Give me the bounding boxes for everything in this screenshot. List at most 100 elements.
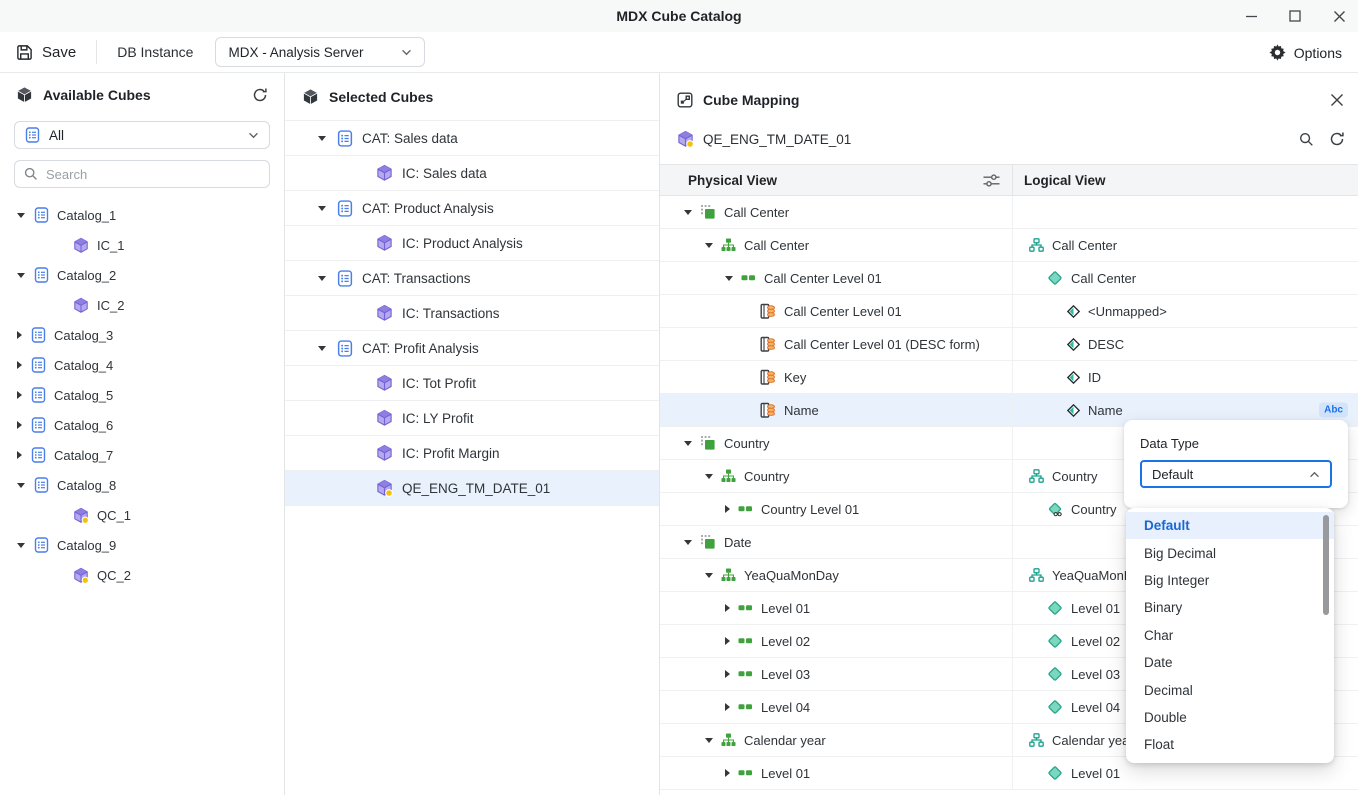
data-type-option[interactable]: Double <box>1126 704 1334 731</box>
caret-right-icon[interactable] <box>725 703 730 711</box>
close-icon[interactable] <box>1330 93 1344 107</box>
scrollbar-thumb[interactable] <box>1323 515 1329 615</box>
caret-down-icon[interactable] <box>17 543 25 548</box>
tree-item-cube[interactable]: IC_2 <box>0 290 284 320</box>
logical-hierarchy-icon <box>1029 568 1044 582</box>
hierarchy-icon <box>721 733 736 747</box>
db-instance-label: DB Instance <box>117 44 193 60</box>
caret-down-icon[interactable] <box>318 346 326 351</box>
caret-right-icon[interactable] <box>725 769 730 777</box>
data-type-option-selected[interactable]: Default <box>1126 512 1334 539</box>
selected-tree-catalog[interactable]: CAT: Transactions <box>285 261 659 296</box>
search-icon[interactable] <box>1299 132 1314 147</box>
caret-right-icon[interactable] <box>725 505 730 513</box>
caret-down-icon[interactable] <box>705 738 713 743</box>
caret-right-icon[interactable] <box>725 604 730 612</box>
diamond-icon <box>1047 699 1063 715</box>
selected-tree-query-cube-selected[interactable]: QE_ENG_TM_DATE_01 <box>285 471 659 506</box>
tree-item-catalog[interactable]: Catalog_2 <box>0 260 284 290</box>
tree-item-catalog[interactable]: Catalog_4 <box>0 350 284 380</box>
tree-item-cube[interactable]: IC_1 <box>0 230 284 260</box>
tree-item-catalog[interactable]: Catalog_6 <box>0 410 284 440</box>
data-type-option[interactable]: Big Decimal <box>1126 539 1334 566</box>
hierarchy-icon <box>721 238 736 252</box>
caret-right-icon[interactable] <box>17 361 22 369</box>
caret-down-icon[interactable] <box>705 573 713 578</box>
tree-item-query-cube[interactable]: QC_1 <box>0 500 284 530</box>
caret-down-icon[interactable] <box>684 441 692 446</box>
selected-tree-catalog[interactable]: CAT: Product Analysis <box>285 191 659 226</box>
data-type-option[interactable]: Date <box>1126 649 1334 676</box>
catalog-icon <box>34 267 49 283</box>
mapping-row[interactable]: Call Center Level 01 Call Center <box>660 262 1358 295</box>
tree-item-catalog[interactable]: Catalog_9 <box>0 530 284 560</box>
caret-down-icon[interactable] <box>705 243 713 248</box>
selected-tree-cube[interactable]: IC: Tot Profit <box>285 366 659 401</box>
diamond-icon <box>1047 270 1063 286</box>
caret-down-icon[interactable] <box>705 474 713 479</box>
caret-down-icon[interactable] <box>17 213 25 218</box>
search-box[interactable] <box>14 160 270 188</box>
caret-down-icon[interactable] <box>318 206 326 211</box>
catalog-filter-select[interactable]: All <box>14 121 270 149</box>
catalog-icon <box>31 417 46 433</box>
mapping-row[interactable]: Key ID <box>660 361 1358 394</box>
selected-tree-cube[interactable]: IC: Product Analysis <box>285 226 659 261</box>
mapping-row[interactable]: Call Center Level 01 (DESC form) DESC <box>660 328 1358 361</box>
selected-tree-catalog[interactable]: CAT: Profit Analysis <box>285 331 659 366</box>
caret-down-icon[interactable] <box>318 136 326 141</box>
caret-right-icon[interactable] <box>17 331 22 339</box>
data-type-option[interactable]: Big Integer <box>1126 567 1334 594</box>
mapping-row[interactable]: Call Center Call Center <box>660 229 1358 262</box>
selected-tree-cube[interactable]: IC: Transactions <box>285 296 659 331</box>
caret-down-icon[interactable] <box>684 210 692 215</box>
data-type-badge[interactable]: Abc <box>1319 403 1348 418</box>
selected-cubes-panel: Selected Cubes CAT: Sales data IC: Sales… <box>285 73 660 795</box>
search-input[interactable] <box>46 167 260 182</box>
mapping-row[interactable]: Call Center <box>660 196 1358 229</box>
options-button[interactable]: Options <box>1269 32 1342 73</box>
tree-item-catalog[interactable]: Catalog_1 <box>0 200 284 230</box>
tree-item-catalog[interactable]: Catalog_3 <box>0 320 284 350</box>
selected-tree-cube[interactable]: IC: Sales data <box>285 156 659 191</box>
server-select[interactable]: MDX - Analysis Server <box>215 37 425 67</box>
caret-down-icon[interactable] <box>17 273 25 278</box>
caret-down-icon[interactable] <box>17 483 25 488</box>
diamond-attribute-icon <box>1067 338 1080 351</box>
cube-mapping-title: Cube Mapping <box>703 92 799 108</box>
query-cube-icon <box>376 479 393 497</box>
selected-tree-catalog[interactable]: CAT: Sales data <box>285 121 659 156</box>
refresh-icon[interactable] <box>1329 131 1345 147</box>
data-type-select[interactable]: Default <box>1140 460 1332 488</box>
data-type-option[interactable]: Float <box>1126 731 1334 758</box>
data-type-option[interactable]: Decimal <box>1126 676 1334 703</box>
caret-right-icon[interactable] <box>725 670 730 678</box>
close-icon[interactable] <box>1332 9 1346 23</box>
caret-right-icon[interactable] <box>725 637 730 645</box>
tree-item-catalog[interactable]: Catalog_7 <box>0 440 284 470</box>
data-type-option[interactable]: Char <box>1126 622 1334 649</box>
tree-item-catalog[interactable]: Catalog_5 <box>0 380 284 410</box>
save-button[interactable]: Save <box>16 44 76 61</box>
caret-right-icon[interactable] <box>17 421 22 429</box>
tree-item-query-cube[interactable]: QC_2 <box>0 560 284 590</box>
filter-sliders-icon[interactable] <box>983 173 1000 188</box>
caret-down-icon[interactable] <box>318 276 326 281</box>
refresh-icon[interactable] <box>252 87 268 103</box>
data-type-option[interactable]: Binary <box>1126 594 1334 621</box>
minimize-icon[interactable] <box>1244 9 1258 23</box>
mapping-row[interactable]: Call Center Level 01 <Unmapped> <box>660 295 1358 328</box>
maximize-icon[interactable] <box>1288 9 1302 23</box>
selected-tree-cube[interactable]: IC: LY Profit <box>285 401 659 436</box>
caret-right-icon[interactable] <box>17 391 22 399</box>
caret-down-icon[interactable] <box>725 276 733 281</box>
chevron-up-icon <box>1309 471 1320 478</box>
caret-down-icon[interactable] <box>684 540 692 545</box>
mapping-icon <box>677 92 693 108</box>
cube-icon <box>302 88 319 106</box>
caret-right-icon[interactable] <box>17 451 22 459</box>
chevron-down-icon <box>401 49 412 56</box>
tree-item-catalog[interactable]: Catalog_8 <box>0 470 284 500</box>
catalog-icon <box>31 387 46 403</box>
selected-tree-cube[interactable]: IC: Profit Margin <box>285 436 659 471</box>
